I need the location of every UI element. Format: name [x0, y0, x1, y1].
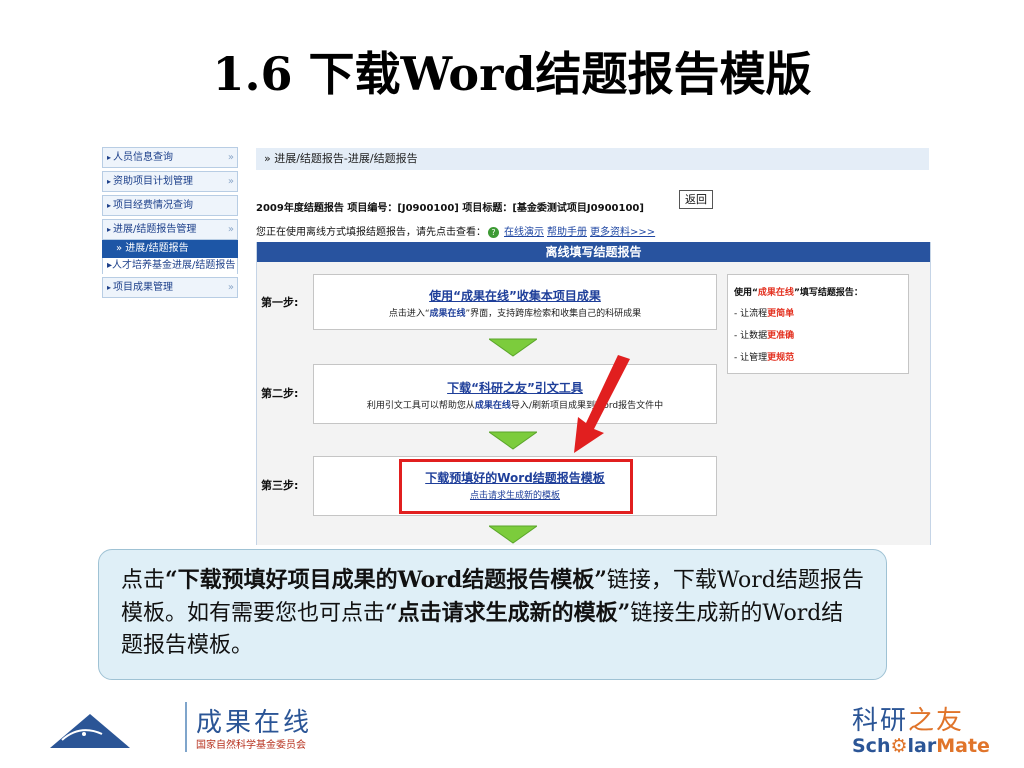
step-1-link[interactable]: 使用“成果在线”收集本项目成果	[314, 287, 716, 304]
triangle-icon: ▸	[107, 177, 112, 186]
step-2-label: 第二步:	[261, 387, 299, 400]
sidebar-subitem-active-reports[interactable]: » 进展/结题报告	[102, 240, 238, 258]
sidebar-subitem-talent-fund[interactable]: ▸人才培养基金进展/结题报告	[102, 258, 238, 274]
offline-notice: 您正在使用离线方式填报结题报告，请先点击查看：? 在线演示 帮助手册 更多资料>>>	[256, 223, 655, 238]
mountain-logo-icon	[50, 714, 130, 748]
triangle-icon: ▸	[107, 153, 112, 162]
benefit-item: - 让管理更规范	[734, 353, 795, 363]
return-button[interactable]: 返回	[679, 190, 713, 209]
step-1-label: 第一步:	[261, 296, 299, 309]
logo-subtitle: 国家自然科学基金委员会	[196, 740, 306, 751]
benefit-item: - 让流程更简单	[734, 309, 795, 319]
red-arrow-icon	[574, 355, 630, 453]
sidebar-item-personnel[interactable]: ▸ 人员信息查询 »	[102, 147, 238, 168]
triangle-icon: ▸	[107, 283, 112, 292]
benefit-item: - 让数据更准确	[734, 331, 795, 341]
step-1-box: 使用“成果在线”收集本项目成果 点击进入“成果在线”界面，支持跨库检索和收集自己…	[313, 274, 717, 330]
step-2-desc: 利用引文工具可以帮助您从成果在线导入/刷新项目成果到Word报告文件中	[366, 401, 664, 411]
sidebar-menu: ▸ 人员信息查询 » ▸ 资助项目计划管理 » ▸ 项目经费情况查询 ▸ 进展/结题报告…	[102, 147, 238, 301]
highlight-box	[399, 459, 633, 514]
panel-header: 离线填写结题报告	[257, 242, 930, 262]
double-chevron-icon: »	[227, 176, 234, 187]
benefits-box: 使用“成果在线”填写结题报告： - 让流程更简单 - 让数据更准确 - 让管理更…	[727, 274, 909, 374]
chengguo-online-logo: 成果在线 国家自然科学基金委员会	[50, 702, 310, 752]
callout-note: 点击“下载预填好项目成果的Word结题报告模板”链接，下载Word结题报告模板。…	[98, 549, 887, 680]
double-chevron-icon: »	[227, 282, 234, 293]
down-arrow-icon	[489, 338, 537, 357]
triangle-icon: ▸	[107, 225, 112, 234]
help-icon: ?	[488, 226, 499, 238]
logo-en: Sch⚙larMate	[852, 735, 990, 757]
double-chevron-icon: »	[227, 152, 234, 163]
benefits-title: 使用“成果在线”填写结题报告：	[734, 288, 863, 298]
sidebar-item-funded-projects[interactable]: ▸ 资助项目计划管理 »	[102, 171, 238, 192]
logo-name: 成果在线	[196, 708, 313, 738]
sidebar-item-reports[interactable]: ▸ 进展/结题报告管理 »	[102, 219, 238, 240]
logo-cn: 科研之友	[852, 706, 965, 736]
link-more-info[interactable]: 更多资料>>>	[590, 227, 655, 238]
double-chevron-icon: »	[227, 224, 234, 235]
sidebar-item-achievements[interactable]: ▸ 项目成果管理 »	[102, 277, 238, 298]
down-arrow-icon	[489, 525, 537, 544]
scholarmate-logo: 科研之友 Sch⚙larMate	[852, 700, 1002, 757]
step-1-desc: 点击进入“成果在线”界面，支持跨库检索和收集自己的科研成果	[388, 309, 642, 319]
step-2-link[interactable]: 下载“科研之友”引文工具	[314, 379, 716, 396]
logo-divider	[185, 702, 187, 752]
link-help-manual[interactable]: 帮助手册	[547, 227, 587, 238]
breadcrumb: » 进展/结题报告-进展/结题报告	[256, 148, 929, 170]
down-arrow-icon	[489, 431, 537, 450]
sidebar-item-funding[interactable]: ▸ 项目经费情况查询	[102, 195, 238, 216]
step-2-box: 下载“科研之友”引文工具 利用引文工具可以帮助您从成果在线导入/刷新项目成果到W…	[313, 364, 717, 424]
slide-title: 1.6 下载Word结题报告模版	[212, 47, 812, 101]
notice-text: 您正在使用离线方式填报结题报告，请先点击查看：	[256, 227, 486, 238]
link-online-demo[interactable]: 在线演示	[504, 227, 544, 238]
project-info: 2009年度结题报告 项目编号：[J0900100] 项目标题：[基金委测试项目…	[256, 203, 644, 214]
triangle-icon: ▸	[107, 201, 112, 210]
gear-icon: ⚙	[890, 735, 908, 757]
step-3-label: 第三步:	[261, 479, 299, 492]
